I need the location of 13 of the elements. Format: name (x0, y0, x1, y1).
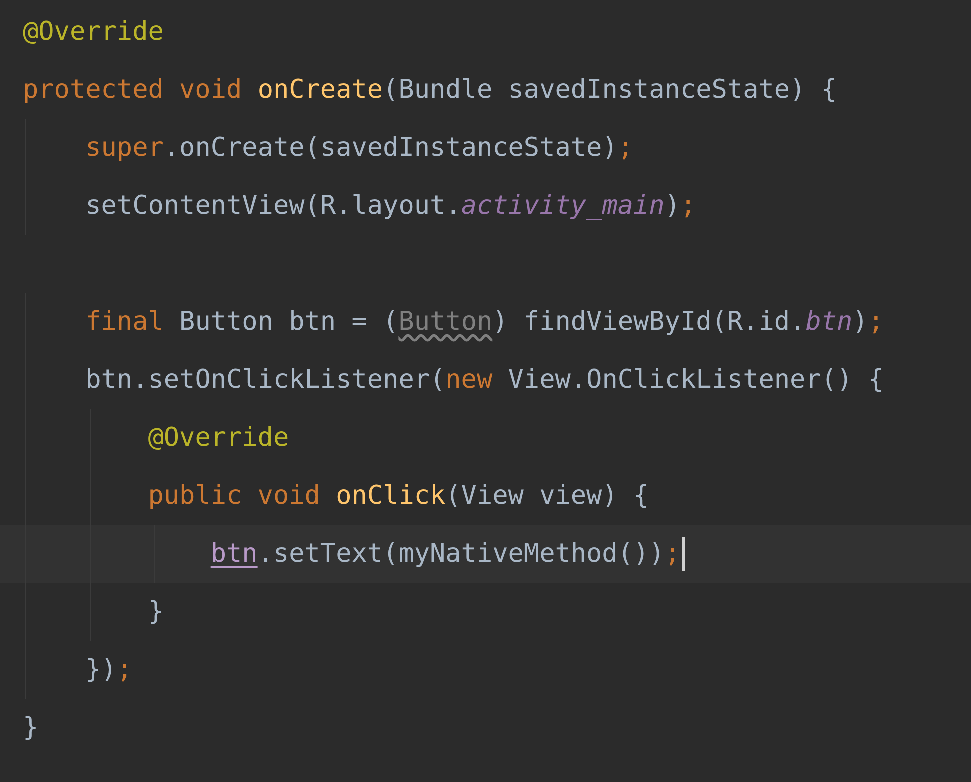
text-cursor (682, 537, 686, 571)
code-line: @Override (147, 425, 290, 451)
code-line: }); (84, 657, 133, 683)
code-line: @Override (23, 19, 164, 45)
code-line: super.onCreate(savedInstanceState); (84, 135, 634, 161)
code-line: } (23, 715, 39, 741)
code-line: protected void onCreate(Bundle savedInstanceState) { (23, 77, 837, 103)
code-line: final Button btn = (Button) findViewById(R.id.btn); (84, 309, 884, 335)
code-line: setContentView(R.layout.activity_main); (84, 193, 696, 219)
code-line: btn.setText(myNativeMethod()); (210, 541, 680, 567)
code-line: public void onClick(View view) { (147, 483, 650, 509)
code-line: } (147, 599, 164, 625)
code-line: btn.setOnClickListener(new View.OnClickListener() { (84, 367, 884, 393)
